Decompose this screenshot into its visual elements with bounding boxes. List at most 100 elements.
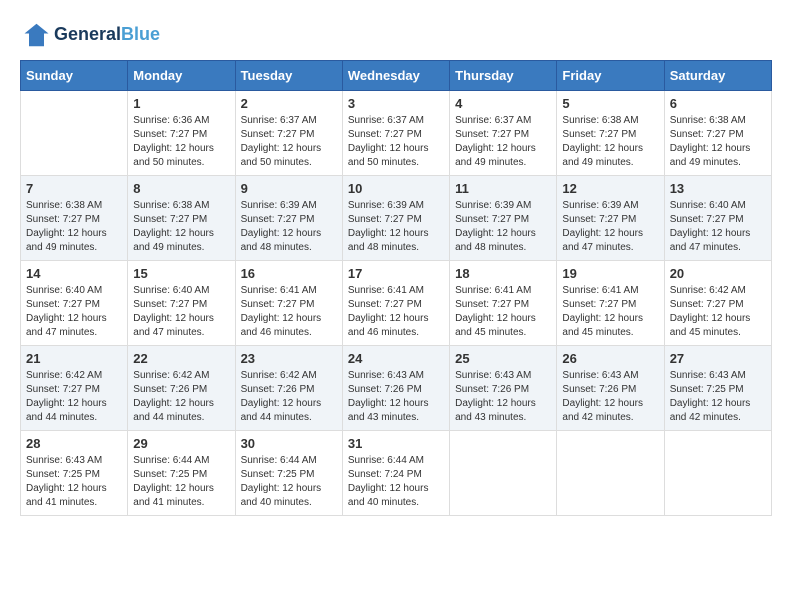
calendar-cell: 29 Sunrise: 6:44 AMSunset: 7:25 PMDaylig…: [128, 431, 235, 516]
day-info: Sunrise: 6:44 AMSunset: 7:25 PMDaylight:…: [133, 454, 229, 510]
day-number: 18: [455, 266, 551, 281]
logo-text: GeneralBlue: [54, 25, 160, 45]
weekday-header: Saturday: [664, 61, 771, 91]
day-info: Sunrise: 6:37 AMSunset: 7:27 PMDaylight:…: [241, 114, 337, 170]
day-info: Sunrise: 6:43 AMSunset: 7:25 PMDaylight:…: [26, 454, 122, 510]
day-number: 21: [26, 351, 122, 366]
calendar-cell: 22 Sunrise: 6:42 AMSunset: 7:26 PMDaylig…: [128, 346, 235, 431]
day-number: 3: [348, 96, 444, 111]
day-number: 5: [562, 96, 658, 111]
weekday-header: Friday: [557, 61, 664, 91]
calendar-cell: 24 Sunrise: 6:43 AMSunset: 7:26 PMDaylig…: [342, 346, 449, 431]
day-info: Sunrise: 6:44 AMSunset: 7:24 PMDaylight:…: [348, 454, 444, 510]
calendar-cell: [557, 431, 664, 516]
calendar-cell: 12 Sunrise: 6:39 AMSunset: 7:27 PMDaylig…: [557, 176, 664, 261]
calendar-cell: 14 Sunrise: 6:40 AMSunset: 7:27 PMDaylig…: [21, 261, 128, 346]
calendar-cell: [664, 431, 771, 516]
weekday-header: Monday: [128, 61, 235, 91]
calendar-cell: 16 Sunrise: 6:41 AMSunset: 7:27 PMDaylig…: [235, 261, 342, 346]
calendar-cell: 19 Sunrise: 6:41 AMSunset: 7:27 PMDaylig…: [557, 261, 664, 346]
weekday-header-row: SundayMondayTuesdayWednesdayThursdayFrid…: [21, 61, 772, 91]
day-number: 11: [455, 181, 551, 196]
day-info: Sunrise: 6:39 AMSunset: 7:27 PMDaylight:…: [348, 199, 444, 255]
calendar-cell: [450, 431, 557, 516]
day-number: 30: [241, 436, 337, 451]
day-info: Sunrise: 6:41 AMSunset: 7:27 PMDaylight:…: [562, 284, 658, 340]
day-info: Sunrise: 6:36 AMSunset: 7:27 PMDaylight:…: [133, 114, 229, 170]
day-number: 28: [26, 436, 122, 451]
calendar-cell: 6 Sunrise: 6:38 AMSunset: 7:27 PMDayligh…: [664, 91, 771, 176]
day-number: 15: [133, 266, 229, 281]
day-info: Sunrise: 6:44 AMSunset: 7:25 PMDaylight:…: [241, 454, 337, 510]
calendar-week-row: 7 Sunrise: 6:38 AMSunset: 7:27 PMDayligh…: [21, 176, 772, 261]
calendar-cell: 21 Sunrise: 6:42 AMSunset: 7:27 PMDaylig…: [21, 346, 128, 431]
calendar-cell: 9 Sunrise: 6:39 AMSunset: 7:27 PMDayligh…: [235, 176, 342, 261]
day-number: 7: [26, 181, 122, 196]
calendar-cell: 27 Sunrise: 6:43 AMSunset: 7:25 PMDaylig…: [664, 346, 771, 431]
day-info: Sunrise: 6:38 AMSunset: 7:27 PMDaylight:…: [26, 199, 122, 255]
day-number: 8: [133, 181, 229, 196]
calendar-cell: 31 Sunrise: 6:44 AMSunset: 7:24 PMDaylig…: [342, 431, 449, 516]
day-number: 2: [241, 96, 337, 111]
day-number: 9: [241, 181, 337, 196]
calendar-cell: 25 Sunrise: 6:43 AMSunset: 7:26 PMDaylig…: [450, 346, 557, 431]
day-number: 4: [455, 96, 551, 111]
calendar-cell: 1 Sunrise: 6:36 AMSunset: 7:27 PMDayligh…: [128, 91, 235, 176]
day-info: Sunrise: 6:39 AMSunset: 7:27 PMDaylight:…: [562, 199, 658, 255]
page-header: GeneralBlue: [20, 20, 772, 50]
logo: GeneralBlue: [20, 20, 160, 50]
calendar-cell: 3 Sunrise: 6:37 AMSunset: 7:27 PMDayligh…: [342, 91, 449, 176]
day-number: 20: [670, 266, 766, 281]
calendar-cell: 30 Sunrise: 6:44 AMSunset: 7:25 PMDaylig…: [235, 431, 342, 516]
day-info: Sunrise: 6:43 AMSunset: 7:25 PMDaylight:…: [670, 369, 766, 425]
day-number: 10: [348, 181, 444, 196]
calendar-cell: 26 Sunrise: 6:43 AMSunset: 7:26 PMDaylig…: [557, 346, 664, 431]
calendar-cell: 7 Sunrise: 6:38 AMSunset: 7:27 PMDayligh…: [21, 176, 128, 261]
calendar-cell: [21, 91, 128, 176]
day-number: 14: [26, 266, 122, 281]
calendar-cell: 13 Sunrise: 6:40 AMSunset: 7:27 PMDaylig…: [664, 176, 771, 261]
day-info: Sunrise: 6:41 AMSunset: 7:27 PMDaylight:…: [241, 284, 337, 340]
day-info: Sunrise: 6:40 AMSunset: 7:27 PMDaylight:…: [26, 284, 122, 340]
calendar-cell: 10 Sunrise: 6:39 AMSunset: 7:27 PMDaylig…: [342, 176, 449, 261]
day-number: 16: [241, 266, 337, 281]
day-info: Sunrise: 6:42 AMSunset: 7:26 PMDaylight:…: [133, 369, 229, 425]
day-number: 23: [241, 351, 337, 366]
day-info: Sunrise: 6:43 AMSunset: 7:26 PMDaylight:…: [562, 369, 658, 425]
calendar-cell: 4 Sunrise: 6:37 AMSunset: 7:27 PMDayligh…: [450, 91, 557, 176]
day-info: Sunrise: 6:38 AMSunset: 7:27 PMDaylight:…: [670, 114, 766, 170]
calendar-week-row: 28 Sunrise: 6:43 AMSunset: 7:25 PMDaylig…: [21, 431, 772, 516]
weekday-header: Tuesday: [235, 61, 342, 91]
day-info: Sunrise: 6:40 AMSunset: 7:27 PMDaylight:…: [133, 284, 229, 340]
calendar-cell: 5 Sunrise: 6:38 AMSunset: 7:27 PMDayligh…: [557, 91, 664, 176]
day-info: Sunrise: 6:37 AMSunset: 7:27 PMDaylight:…: [455, 114, 551, 170]
calendar-cell: 23 Sunrise: 6:42 AMSunset: 7:26 PMDaylig…: [235, 346, 342, 431]
day-number: 1: [133, 96, 229, 111]
day-info: Sunrise: 6:38 AMSunset: 7:27 PMDaylight:…: [133, 199, 229, 255]
day-info: Sunrise: 6:37 AMSunset: 7:27 PMDaylight:…: [348, 114, 444, 170]
day-number: 27: [670, 351, 766, 366]
calendar-cell: 20 Sunrise: 6:42 AMSunset: 7:27 PMDaylig…: [664, 261, 771, 346]
day-info: Sunrise: 6:41 AMSunset: 7:27 PMDaylight:…: [348, 284, 444, 340]
day-info: Sunrise: 6:39 AMSunset: 7:27 PMDaylight:…: [241, 199, 337, 255]
day-number: 26: [562, 351, 658, 366]
day-info: Sunrise: 6:43 AMSunset: 7:26 PMDaylight:…: [348, 369, 444, 425]
calendar-week-row: 21 Sunrise: 6:42 AMSunset: 7:27 PMDaylig…: [21, 346, 772, 431]
day-info: Sunrise: 6:42 AMSunset: 7:27 PMDaylight:…: [26, 369, 122, 425]
day-number: 12: [562, 181, 658, 196]
day-number: 19: [562, 266, 658, 281]
weekday-header: Sunday: [21, 61, 128, 91]
calendar-cell: 11 Sunrise: 6:39 AMSunset: 7:27 PMDaylig…: [450, 176, 557, 261]
day-number: 13: [670, 181, 766, 196]
day-info: Sunrise: 6:41 AMSunset: 7:27 PMDaylight:…: [455, 284, 551, 340]
logo-icon: [20, 20, 50, 50]
weekday-header: Thursday: [450, 61, 557, 91]
weekday-header: Wednesday: [342, 61, 449, 91]
day-number: 31: [348, 436, 444, 451]
calendar-cell: 15 Sunrise: 6:40 AMSunset: 7:27 PMDaylig…: [128, 261, 235, 346]
day-number: 29: [133, 436, 229, 451]
day-number: 25: [455, 351, 551, 366]
day-info: Sunrise: 6:40 AMSunset: 7:27 PMDaylight:…: [670, 199, 766, 255]
day-number: 17: [348, 266, 444, 281]
calendar-cell: 8 Sunrise: 6:38 AMSunset: 7:27 PMDayligh…: [128, 176, 235, 261]
